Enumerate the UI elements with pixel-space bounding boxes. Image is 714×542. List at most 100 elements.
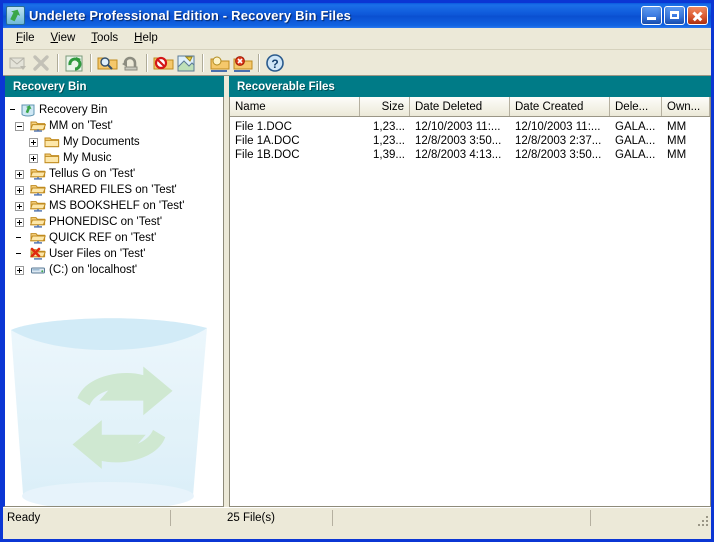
column-header-date-deleted[interactable]: Date Deleted <box>410 97 510 116</box>
tree-item-label: (C:) on 'localhost' <box>49 264 138 276</box>
network-folder-icon <box>29 167 46 181</box>
refresh-icon[interactable] <box>63 52 86 74</box>
column-header-date-created[interactable]: Date Created <box>510 97 610 116</box>
file-list-header: Name Size Date Deleted Date Created Dele… <box>230 97 710 117</box>
close-button[interactable] <box>687 6 708 25</box>
tree-item-label: Tellus G on 'Test' <box>49 168 136 180</box>
expander-collapse[interactable] <box>15 121 24 131</box>
column-header-deleted-by[interactable]: Dele... <box>610 97 662 116</box>
folder-icon <box>44 135 60 149</box>
menu-bar: File View Tools Help <box>3 28 711 50</box>
expander-expand[interactable] <box>15 265 24 275</box>
menu-view[interactable]: View <box>43 30 84 47</box>
status-bar: Ready 25 File(s) <box>3 507 711 528</box>
table-row[interactable]: File 1B.DOC 1,39... 12/8/2003 4:13... 12… <box>230 148 710 162</box>
tree-item-recovery-bin[interactable]: Recovery Bin <box>9 102 223 118</box>
search-folder-icon[interactable] <box>96 52 119 74</box>
recycle-bin-watermark <box>11 318 207 506</box>
tree-item-mm-on-test[interactable]: MM on 'Test' <box>9 118 223 134</box>
recover-icon[interactable] <box>7 52 30 74</box>
expander-expand[interactable] <box>15 185 24 195</box>
cell-deleted-by: GALA... <box>615 149 656 161</box>
left-pane-header: Recovery Bin <box>3 76 225 97</box>
cell-size: 1,23... <box>373 135 405 147</box>
cell-date-created: 12/10/2003 11:... <box>515 121 601 133</box>
maximize-button[interactable] <box>664 6 685 25</box>
expander-expand[interactable] <box>15 201 24 211</box>
table-row[interactable]: File 1.DOC 1,23... 12/10/2003 11:... 12/… <box>230 120 710 134</box>
minimize-button[interactable] <box>641 6 662 25</box>
tree-item-my-documents[interactable]: My Documents <box>9 134 223 150</box>
tree-item-user-files[interactable]: User Files on 'Test' <box>9 246 223 262</box>
tree-view[interactable]: Recovery Bin MM on 'Test' My Documents M… <box>5 97 223 278</box>
toolbar: ? <box>3 50 711 76</box>
menu-tools[interactable]: Tools <box>83 30 126 47</box>
network-folder-icon <box>29 183 46 197</box>
expander-expand[interactable] <box>15 217 24 227</box>
status-ready: Ready <box>3 510 171 526</box>
expander-expand[interactable] <box>29 137 38 147</box>
tree-item-tellus-g[interactable]: Tellus G on 'Test' <box>9 166 223 182</box>
undo-icon[interactable] <box>119 52 142 74</box>
cell-name: File 1B.DOC <box>235 149 300 161</box>
application-window: Undelete Professional Edition - Recovery… <box>0 0 714 542</box>
column-header-size[interactable]: Size <box>360 97 410 116</box>
cell-deleted-by: GALA... <box>615 135 656 147</box>
toolbar-separator <box>90 53 92 72</box>
column-header-name[interactable]: Name <box>230 97 360 116</box>
cell-size: 1,39... <box>373 149 405 161</box>
column-header-owner[interactable]: Own... <box>662 97 710 116</box>
tree-item-my-music[interactable]: My Music <box>9 150 223 166</box>
menu-help[interactable]: Help <box>126 30 166 47</box>
tree-item-label: SHARED FILES on 'Test' <box>49 184 177 196</box>
remove-bin-icon[interactable] <box>231 52 254 74</box>
tree-item-c-drive[interactable]: (C:) on 'localhost' <box>9 262 223 278</box>
cell-deleted-by: GALA... <box>615 121 656 133</box>
recoverable-files-pane: Recoverable Files Name Size Date Deleted… <box>229 76 711 507</box>
folder-icon <box>44 151 60 165</box>
window-title: Undelete Professional Edition - Recovery… <box>29 8 352 23</box>
expander-expand[interactable] <box>15 169 24 179</box>
properties-icon[interactable] <box>175 52 198 74</box>
status-panel-4 <box>591 510 701 526</box>
cell-name: File 1.DOC <box>235 121 292 133</box>
cell-owner: MM <box>667 149 687 161</box>
expander <box>15 234 24 243</box>
cell-date-deleted: 12/10/2003 11:... <box>415 121 501 133</box>
menu-file[interactable]: File <box>8 30 43 47</box>
tree-item-phonedisc[interactable]: PHONEDISC on 'Test' <box>9 214 223 230</box>
tree-view-container[interactable]: Recovery Bin MM on 'Test' My Documents M… <box>3 97 225 507</box>
title-bar[interactable]: Undelete Professional Edition - Recovery… <box>3 3 711 28</box>
resize-grip[interactable] <box>695 513 709 527</box>
network-folder-icon <box>29 231 46 245</box>
tree-item-label: MS BOOKSHELF on 'Test' <box>49 200 185 212</box>
tree-item-label: My Documents <box>63 136 140 148</box>
main-content: Recovery Bin Recovery Bin MM on 'Test' M… <box>3 76 711 507</box>
purge-folder-icon[interactable] <box>152 52 175 74</box>
tree-item-label: Recovery Bin <box>39 104 108 116</box>
tree-item-label: QUICK REF on 'Test' <box>49 232 157 244</box>
tree-item-label: PHONEDISC on 'Test' <box>49 216 163 228</box>
delete-icon[interactable] <box>30 52 53 74</box>
add-bin-icon[interactable] <box>208 52 231 74</box>
cell-size: 1,23... <box>373 121 405 133</box>
cell-date-deleted: 12/8/2003 3:50... <box>415 135 502 147</box>
table-row[interactable]: File 1A.DOC 1,23... 12/8/2003 3:50... 12… <box>230 134 710 148</box>
cell-date-created: 12/8/2003 3:50... <box>515 149 602 161</box>
help-icon[interactable]: ? <box>264 52 287 74</box>
tree-item-shared-files[interactable]: SHARED FILES on 'Test' <box>9 182 223 198</box>
tree-item-quick-ref[interactable]: QUICK REF on 'Test' <box>9 230 223 246</box>
svg-text:?: ? <box>271 57 278 71</box>
right-pane-header: Recoverable Files <box>229 76 711 97</box>
tree-item-ms-bookshelf[interactable]: MS BOOKSHELF on 'Test' <box>9 198 223 214</box>
cell-date-deleted: 12/8/2003 4:13... <box>415 149 502 161</box>
tree-item-label: My Music <box>63 152 112 164</box>
tree-item-label: MM on 'Test' <box>49 120 113 132</box>
file-list-container[interactable]: Name Size Date Deleted Date Created Dele… <box>229 97 711 507</box>
tree-item-label: User Files on 'Test' <box>49 248 146 260</box>
toolbar-separator <box>57 53 59 72</box>
expander-expand[interactable] <box>29 153 38 163</box>
file-list-body[interactable]: File 1.DOC 1,23... 12/10/2003 11:... 12/… <box>230 117 710 162</box>
recycle-bin-icon <box>20 103 36 117</box>
cell-owner: MM <box>667 135 687 147</box>
